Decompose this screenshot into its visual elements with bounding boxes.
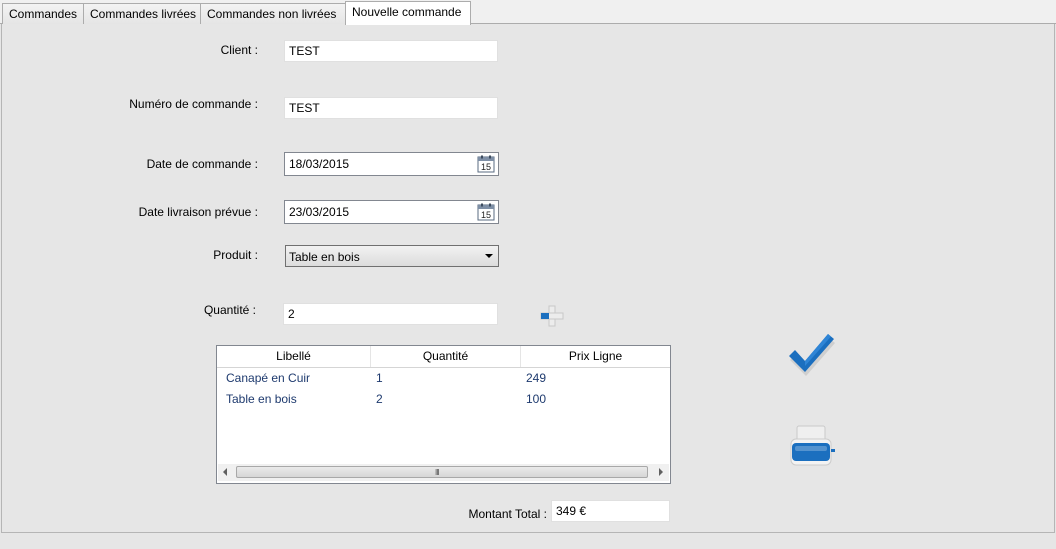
tab-nouvelle-commande[interactable]: Nouvelle commande <box>345 1 471 25</box>
order-lines-grid[interactable]: Libellé Quantité Prix Ligne Canapé en Cu… <box>216 345 671 484</box>
chevron-down-icon <box>485 254 493 258</box>
order-date-label: Date de commande : <box>146 157 258 171</box>
product-label: Produit : <box>213 248 258 262</box>
grid-header: Libellé Quantité Prix Ligne <box>217 346 670 368</box>
plus-icon[interactable] <box>540 305 564 327</box>
order-number-label: Numéro de commande : <box>129 97 258 111</box>
cell-prix-ligne: 249 <box>526 371 547 385</box>
calendar-icon[interactable]: 15 <box>477 155 495 173</box>
table-row[interactable]: Table en bois 2 100 <box>217 389 670 409</box>
calendar-icon[interactable]: 15 <box>477 203 495 221</box>
total-amount-field: 349 € <box>551 500 670 522</box>
column-header-quantite[interactable]: Quantité <box>371 346 521 367</box>
cell-quantite: 1 <box>376 371 383 385</box>
calendar-day-text: 15 <box>481 162 491 172</box>
quantity-input[interactable]: 2 <box>283 303 498 325</box>
calendar-day-text: 15 <box>481 210 491 220</box>
tab-commandes-non-livrees[interactable]: Commandes non livrées <box>200 3 346 24</box>
order-number-input[interactable]: TEST <box>284 97 498 119</box>
checkmark-icon[interactable] <box>786 332 836 376</box>
order-date-value: 18/03/2015 <box>289 157 350 171</box>
client-label: Client : <box>220 43 258 57</box>
column-header-libelle[interactable]: Libellé <box>217 346 371 367</box>
client-input[interactable]: TEST <box>284 40 498 62</box>
tab-commandes[interactable]: Commandes <box>2 3 84 24</box>
order-date-picker[interactable]: 18/03/2015 15 <box>284 152 499 176</box>
cell-prix-ligne: 100 <box>526 392 547 406</box>
delivery-date-label: Date livraison prévue : <box>138 205 258 219</box>
table-row[interactable]: Canapé en Cuir 1 249 <box>217 368 670 388</box>
scroll-left-icon[interactable] <box>223 468 227 476</box>
tab-commandes-livrees[interactable]: Commandes livrées <box>83 3 201 24</box>
product-select-value: Table en bois <box>289 250 360 264</box>
product-select[interactable]: Table en bois <box>285 245 499 267</box>
scrollbar-grip: III <box>435 468 440 477</box>
tab-bar: Commandes Commandes livrées Commandes no… <box>0 0 1056 25</box>
delivery-date-value: 23/03/2015 <box>289 205 350 219</box>
horizontal-scrollbar[interactable]: III <box>218 464 669 481</box>
delivery-date-picker[interactable]: 23/03/2015 15 <box>284 200 499 224</box>
status-bar <box>0 533 1056 549</box>
cell-libelle: Canapé en Cuir <box>226 371 311 385</box>
printer-icon[interactable] <box>787 425 837 469</box>
scroll-right-icon[interactable] <box>659 468 663 476</box>
cell-quantite: 2 <box>376 392 383 406</box>
quantity-label: Quantité : <box>203 303 256 317</box>
total-label: Montant Total : <box>468 507 548 521</box>
column-header-prix-ligne[interactable]: Prix Ligne <box>521 346 670 367</box>
cell-libelle: Table en bois <box>226 392 297 406</box>
scrollbar-thumb[interactable]: III <box>236 466 648 478</box>
